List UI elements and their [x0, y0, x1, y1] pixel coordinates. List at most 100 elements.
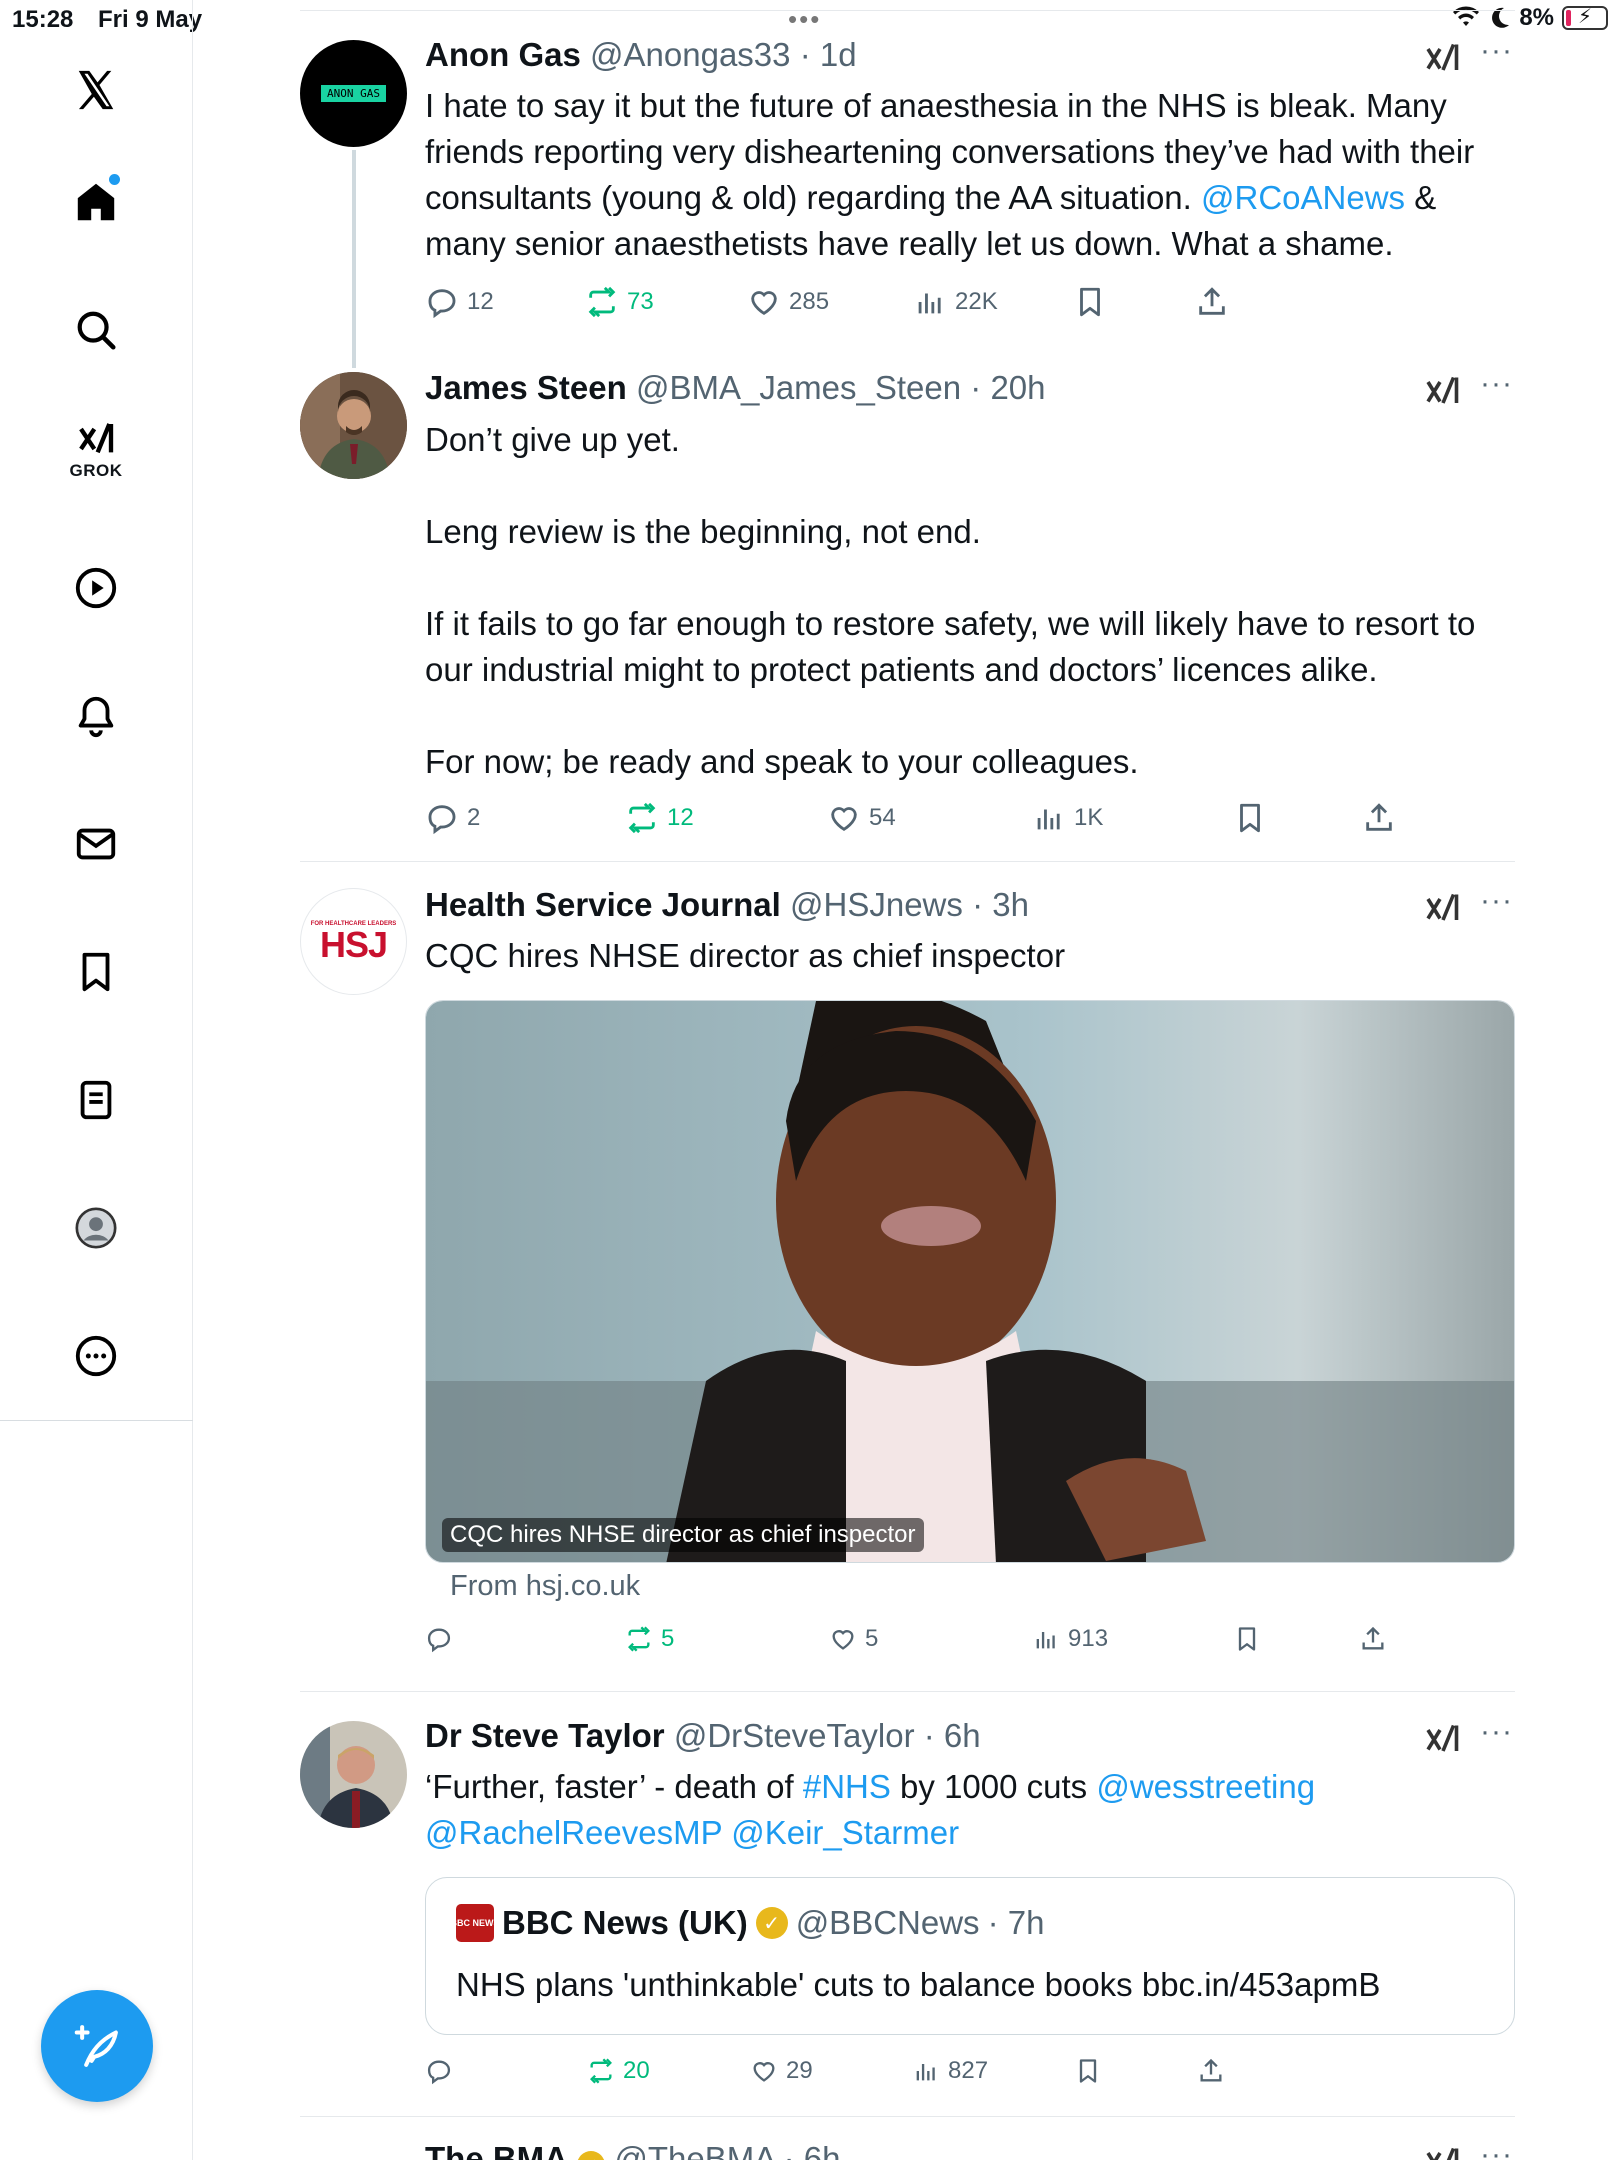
avatar[interactable]: [300, 372, 407, 479]
bookmark-button[interactable]: [1233, 801, 1267, 835]
sidebar-item-video[interactable]: [56, 548, 136, 628]
sidebar-item-more[interactable]: [56, 1316, 136, 1396]
sidebar-item-grok[interactable]: GROK: [56, 410, 136, 490]
reply-button[interactable]: [425, 1625, 453, 1653]
like-count: 285: [789, 288, 830, 315]
post-time[interactable]: · 1d: [800, 36, 857, 73]
like-count: 54: [869, 804, 896, 831]
reply-button[interactable]: 12: [425, 285, 494, 319]
mention-link[interactable]: @RachelReevesMP: [425, 1814, 722, 1851]
post-text: CQC hires NHSE director as chief inspect…: [425, 937, 1066, 974]
like-button[interactable]: 29: [750, 2057, 813, 2085]
author-name[interactable]: Health Service Journal: [425, 886, 781, 923]
share-icon: [1366, 803, 1392, 831]
hashtag-link[interactable]: #NHS: [803, 1768, 891, 1805]
sidebar-item-notifications[interactable]: [56, 676, 136, 756]
repost-button[interactable]: 5: [625, 1625, 674, 1653]
avatar[interactable]: FOR HEALTHCARE LEADERS HSJ: [300, 888, 407, 995]
post-actions: 12 73 285 22K: [425, 285, 1515, 325]
share-icon: [1362, 1626, 1384, 1650]
like-count: 5: [865, 1625, 879, 1652]
avatar-photo: [300, 1721, 407, 1828]
grok-explain-icon[interactable]: [1425, 1721, 1461, 1757]
sidebar-item-explore[interactable]: [56, 290, 136, 370]
avatar[interactable]: ANON GAS: [300, 40, 407, 147]
avatar[interactable]: [300, 1721, 407, 1828]
x-logo-icon[interactable]: [56, 50, 136, 130]
bookmark-button[interactable]: [1073, 285, 1107, 319]
play-circle-icon: [75, 567, 117, 609]
share-button[interactable]: [1359, 1625, 1387, 1653]
sidebar-divider: [0, 1420, 193, 1421]
sidebar-item-bookmarks[interactable]: [56, 932, 136, 1012]
home-icon: [77, 183, 115, 221]
author-name[interactable]: Dr Steve Taylor: [425, 1717, 665, 1754]
share-button[interactable]: [1197, 2057, 1225, 2085]
post-time[interactable]: · 6h: [924, 1717, 981, 1754]
bookmark-icon: [1240, 803, 1260, 833]
views-button[interactable]: 913: [1032, 1625, 1108, 1653]
author-name[interactable]: Anon Gas: [425, 36, 581, 73]
like-button[interactable]: 5: [829, 1625, 878, 1653]
views-button[interactable]: 827: [912, 2057, 988, 2085]
reply-button[interactable]: [425, 2057, 453, 2085]
repost-button[interactable]: 73: [585, 285, 654, 319]
grok-explain-icon[interactable]: [1425, 890, 1461, 926]
share-button[interactable]: [1195, 285, 1229, 319]
author-handle[interactable]: @HSJnews: [790, 886, 963, 923]
views-button[interactable]: 22K: [913, 285, 998, 319]
sidebar-item-home[interactable]: [56, 162, 136, 242]
more-options-icon[interactable]: ···: [1480, 884, 1513, 918]
mention-link[interactable]: @wesstreeting: [1096, 1768, 1315, 1805]
post-header: Dr Steve Taylor @DrSteveTaylor · 6h: [425, 1717, 981, 1755]
share-icon: [1199, 287, 1225, 315]
post-time[interactable]: · 3h: [972, 886, 1029, 923]
like-button[interactable]: 54: [827, 801, 896, 835]
repost-count: 73: [627, 288, 654, 315]
post-time[interactable]: · 20h: [970, 369, 1045, 406]
author-name[interactable]: James Steen: [425, 369, 627, 406]
author-name[interactable]: The BMA: [425, 2140, 568, 2160]
bookmark-button[interactable]: [1074, 2057, 1102, 2085]
repost-button[interactable]: 12: [625, 801, 694, 835]
more-options-icon[interactable]: ···: [1480, 2138, 1513, 2160]
grok-explain-icon[interactable]: [1425, 373, 1461, 409]
post-paragraph: For now; be ready and speak to your coll…: [425, 743, 1139, 780]
grok-explain-icon[interactable]: [1425, 2144, 1461, 2160]
quoted-post[interactable]: BBC NEWS BBC News (UK) ✓ @BBCNews · 7h N…: [425, 1877, 1515, 2035]
quoted-post-text: NHS plans 'unthinkable' cuts to balance …: [456, 1966, 1381, 2003]
reply-button[interactable]: 2: [425, 801, 480, 835]
more-circle-icon: [75, 1335, 117, 1377]
compose-post-button[interactable]: [41, 1990, 153, 2102]
more-options-icon[interactable]: ···: [1480, 367, 1513, 401]
grok-explain-icon[interactable]: [1425, 40, 1461, 76]
sidebar-item-messages[interactable]: [56, 804, 136, 884]
views-bar-chart-icon: [918, 293, 941, 314]
author-handle[interactable]: @DrSteveTaylor: [674, 1717, 915, 1754]
author-handle[interactable]: @Anongas33: [590, 36, 790, 73]
quoted-post-time: · 7h: [987, 1904, 1045, 1941]
views-button[interactable]: 1K: [1032, 801, 1103, 835]
more-options-icon[interactable]: ···: [1480, 1715, 1513, 1749]
grok-icon: [79, 423, 114, 454]
sidebar-item-lists[interactable]: [56, 1060, 136, 1140]
mention-link[interactable]: @RCoANews: [1201, 179, 1405, 216]
post-actions: 2 12 54 1K: [425, 801, 1515, 841]
views-count: 913: [1068, 1625, 1109, 1652]
mention-link[interactable]: @Keir_Starmer: [731, 1814, 959, 1851]
author-handle[interactable]: @BMA_James_Steen: [636, 369, 961, 406]
bookmark-button[interactable]: [1233, 1625, 1261, 1653]
share-button[interactable]: [1362, 801, 1396, 835]
more-options-icon[interactable]: ···: [1480, 34, 1513, 68]
card-source[interactable]: From hsj.co.uk: [450, 1570, 640, 1603]
post-time[interactable]: · 6h: [784, 2140, 841, 2160]
like-button[interactable]: 285: [747, 285, 829, 319]
repost-button[interactable]: 20: [587, 2057, 650, 2085]
link-card-image[interactable]: CQC hires NHSE director as chief inspect…: [425, 1000, 1515, 1563]
post-header: The BMA ✓ @TheBMA · 6h: [425, 2140, 840, 2160]
post-divider: [300, 1691, 1515, 1692]
author-handle[interactable]: @TheBMA: [614, 2140, 774, 2160]
post-actions: 20 29 827: [425, 2057, 1515, 2097]
sidebar-item-profile[interactable]: [56, 1188, 136, 1268]
post-text-mid: by 1000 cuts: [900, 1768, 1088, 1805]
